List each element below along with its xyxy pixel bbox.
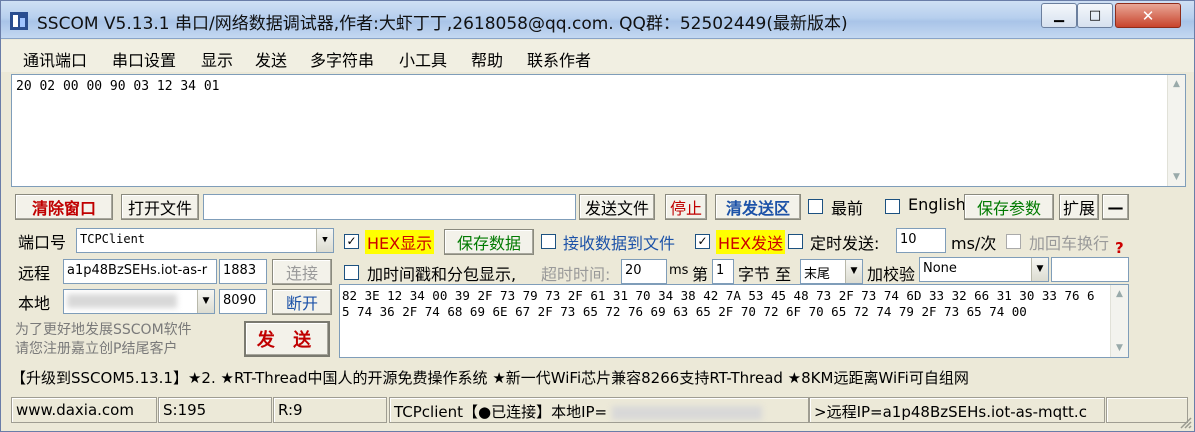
receive-text: 20 02 00 00 90 03 12 34 01 xyxy=(16,79,220,94)
chevron-down-icon[interactable]: ▼ xyxy=(316,229,333,252)
chevron-down-icon[interactable]: ▼ xyxy=(1031,258,1048,281)
clear-window-button[interactable]: 清除窗口 xyxy=(15,194,113,220)
menu-serial-settings[interactable]: 串口设置 xyxy=(112,47,176,71)
expand-button[interactable]: 扩展 xyxy=(1059,194,1099,220)
menu-multi-string[interactable]: 多字符串 xyxy=(310,47,374,71)
window-title: SSCOM V5.13.1 串口/网络数据调试器,作者:大虾丁丁,2618058… xyxy=(37,14,848,34)
timed-send-label: 定时发送: xyxy=(810,234,880,253)
menu-help[interactable]: 帮助 xyxy=(471,47,503,71)
status-website[interactable]: www.daxia.com xyxy=(11,397,157,423)
title-bar[interactable]: SSCOM V5.13.1 串口/网络数据调试器,作者:大虾丁丁,2618058… xyxy=(1,1,1194,39)
send-area[interactable]: 82 3E 12 34 00 39 2F 73 79 73 2F 61 31 7… xyxy=(339,284,1129,358)
hex-send-label: HEX发送 xyxy=(716,230,786,254)
menu-tools[interactable]: 小工具 xyxy=(399,47,447,71)
local-ip-select[interactable]: ▼ xyxy=(63,289,215,314)
hex-display-label: HEX显示 xyxy=(365,230,435,254)
hex-send-checkbox[interactable]: ✓ xyxy=(695,234,710,249)
receive-scrollbar[interactable]: ▲ ▼ xyxy=(1167,75,1185,186)
checksum-label: 加校验 xyxy=(867,265,916,284)
status-connection: TCPclient【●已连接】本地IP= xyxy=(389,397,809,423)
app-icon xyxy=(10,12,28,30)
timestamp-label: 加时间戳和分包显示, xyxy=(367,265,517,284)
scroll-up-icon[interactable]: ▲ xyxy=(1111,285,1128,303)
send-text: 82 3E 12 34 00 39 2F 73 79 73 2F 61 31 7… xyxy=(342,288,1095,319)
menu-bar: 通讯端口 串口设置 显示 发送 多字符串 小工具 帮助 联系作者 xyxy=(1,40,1194,72)
menu-send[interactable]: 发送 xyxy=(255,47,287,71)
open-file-button[interactable]: 打开文件 xyxy=(121,194,199,220)
receive-area[interactable]: 20 02 00 00 90 03 12 34 01 ▲ ▼ xyxy=(11,74,1186,187)
close-button[interactable]: ✕ xyxy=(1115,3,1181,28)
send-file-button[interactable]: 发送文件 xyxy=(579,194,655,220)
send-scrollbar[interactable]: ▲ ▼ xyxy=(1110,285,1128,357)
remote-label: 远程 xyxy=(18,264,51,283)
checksum-select[interactable]: None ▼ xyxy=(919,257,1049,282)
topmost-checkbox[interactable] xyxy=(808,199,823,214)
stop-button[interactable]: 停止 xyxy=(665,194,707,220)
question-icon[interactable]: ? xyxy=(1115,239,1124,257)
maximize-button[interactable]: □ xyxy=(1077,3,1113,28)
byte-start-input[interactable]: 1 xyxy=(712,259,734,284)
connect-button[interactable]: 连接 xyxy=(272,259,332,285)
english-checkbox[interactable] xyxy=(885,199,900,214)
remote-host-input[interactable]: a1p48BzSEHs.iot-as-r xyxy=(63,259,217,284)
byte-end-value: 末尾 xyxy=(804,267,831,282)
status-remote: >远程IP=a1p48BzSEHs.iot-as-mqtt.c xyxy=(809,397,1105,423)
checksum-value: None xyxy=(923,261,957,276)
chevron-down-icon[interactable]: ▼ xyxy=(197,290,214,313)
disconnect-button[interactable]: 断开 xyxy=(272,289,332,315)
local-label: 本地 xyxy=(18,294,51,313)
redacted-ip xyxy=(67,293,177,308)
save-params-button[interactable]: 保存参数 xyxy=(964,194,1054,220)
remote-port-input[interactable]: 1883 xyxy=(219,259,267,284)
status-extra xyxy=(1106,397,1188,423)
timeout-input[interactable]: 20 xyxy=(621,259,667,284)
status-sent-count: S:195 xyxy=(158,397,272,423)
redacted-local-ip xyxy=(611,405,762,420)
file-path-input[interactable] xyxy=(203,194,576,220)
recv-to-file-checkbox[interactable] xyxy=(541,234,556,249)
collapse-button[interactable]: — xyxy=(1102,194,1129,220)
minimize-button[interactable]: ▁ xyxy=(1041,3,1077,28)
status-recv-count: R:9 xyxy=(273,397,387,423)
register-promo[interactable]: 为了更好地发展SSCOM软件 请您注册嘉立创P结尾客户 xyxy=(15,321,192,359)
port-select[interactable]: TCPClient ▼ xyxy=(76,228,334,253)
maximize-icon: □ xyxy=(1088,8,1102,23)
timed-send-checkbox[interactable] xyxy=(788,234,803,249)
save-data-button[interactable]: 保存数据 xyxy=(444,229,534,255)
byte-prefix-label: 第 xyxy=(692,265,709,284)
topmost-label: 最前 xyxy=(831,199,864,218)
port-value: TCPClient xyxy=(80,232,146,246)
close-icon: ✕ xyxy=(1141,6,1155,25)
sscom-window: SSCOM V5.13.1 串口/网络数据调试器,作者:大虾丁丁,2618058… xyxy=(0,0,1195,432)
menu-comm-port[interactable]: 通讯端口 xyxy=(23,47,87,71)
newline-label: 加回车换行 xyxy=(1029,234,1110,253)
minimize-icon: ▁ xyxy=(1054,8,1064,23)
scroll-up-icon[interactable]: ▲ xyxy=(1168,75,1185,93)
chevron-down-icon[interactable]: ▼ xyxy=(845,260,862,283)
timeout-label: 超时时间: xyxy=(541,265,611,284)
promo-banner[interactable]: 【升级到SSCOM5.13.1】★2. ★RT-Thread中国人的开源免费操作… xyxy=(11,365,1186,391)
newline-checkbox[interactable] xyxy=(1006,234,1021,249)
byte-end-select[interactable]: 末尾 ▼ xyxy=(800,259,863,284)
port-label: 端口号 xyxy=(18,233,67,252)
english-label: English xyxy=(908,195,966,214)
menu-display[interactable]: 显示 xyxy=(201,47,233,71)
resize-grip-icon[interactable] xyxy=(1178,415,1192,429)
menu-contact-author[interactable]: 联系作者 xyxy=(527,47,591,71)
scroll-down-icon[interactable]: ▼ xyxy=(1168,168,1185,186)
timestamp-checkbox[interactable] xyxy=(344,265,359,280)
timeout-unit-label: ms xyxy=(669,263,689,278)
timed-send-input[interactable]: 10 xyxy=(896,228,946,253)
send-button[interactable]: 发 送 xyxy=(244,321,330,357)
local-port-input[interactable]: 8090 xyxy=(219,289,267,314)
checksum-result xyxy=(1051,257,1129,282)
hex-display-checkbox[interactable]: ✓ xyxy=(344,234,359,249)
byte-suffix-label: 字节 至 xyxy=(738,265,792,284)
status-conn-prefix: TCPclient【●已连接】本地IP= xyxy=(394,403,608,421)
recv-to-file-label: 接收数据到文件 xyxy=(563,234,676,253)
scroll-down-icon[interactable]: ▼ xyxy=(1111,339,1128,357)
timed-unit-label: ms/次 xyxy=(951,234,997,253)
clear-send-button[interactable]: 清发送区 xyxy=(715,194,801,220)
